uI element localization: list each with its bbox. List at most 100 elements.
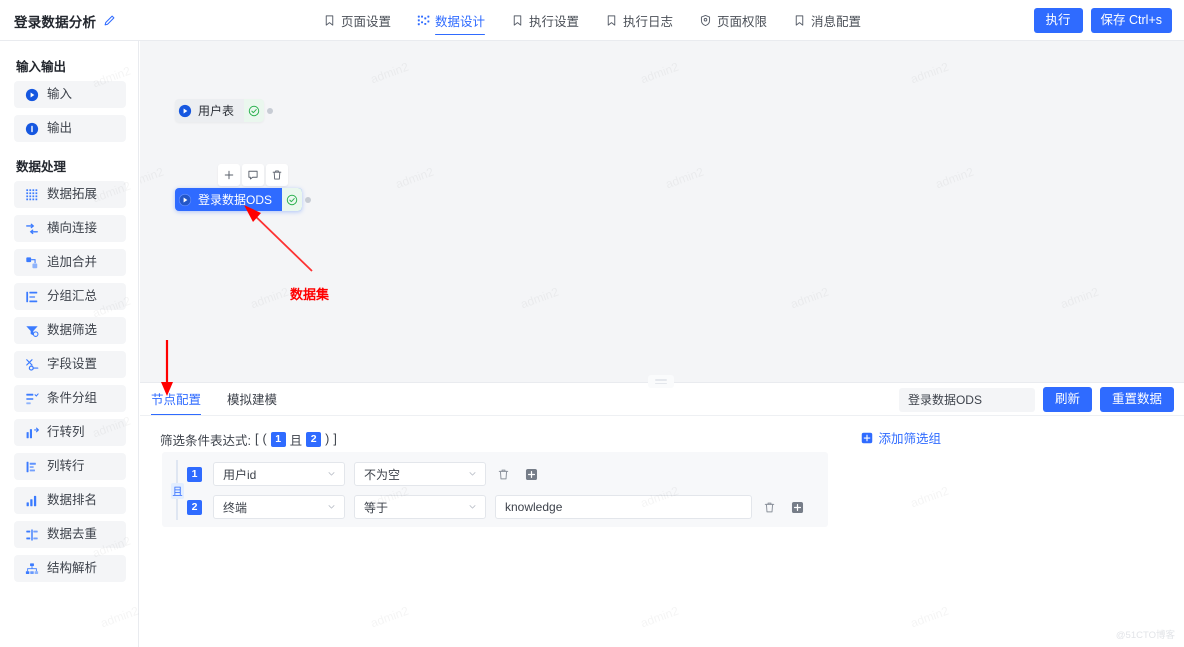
flow-node-label: 用户表 — [198, 104, 235, 118]
condition-value-input-2[interactable] — [495, 495, 752, 519]
condition-rail-top — [176, 460, 178, 483]
sidebar-item-condition-group[interactable]: 条件分组 — [14, 385, 126, 412]
flow-node-user-table[interactable]: 用户表 — [175, 99, 274, 122]
delete-condition-button-2[interactable] — [761, 497, 777, 517]
sidebar-item-row-to-column[interactable]: 行转列 — [14, 419, 126, 446]
play-circle-icon — [178, 104, 192, 117]
flow-node-login-data-ods[interactable]: 登录数据ODS — [175, 188, 312, 211]
node-output-port[interactable] — [305, 196, 312, 203]
panel-resize-handle[interactable] — [648, 375, 674, 388]
sidebar-item-append-merge[interactable]: 追加合并 — [14, 249, 126, 276]
tab-node-config[interactable]: 节点配置 — [151, 389, 202, 415]
sidebar-item-data-rank[interactable]: 数据排名 — [14, 487, 126, 514]
condition-connector-and[interactable]: 且 — [171, 483, 184, 499]
sidebar-item-data-filter[interactable]: 数据筛选 — [14, 317, 126, 344]
watermark: admin2 — [519, 285, 561, 312]
bracket-open-outer: [ — [254, 432, 259, 446]
sidebar-item-dedupe[interactable]: 数据去重 — [14, 521, 126, 548]
sidebar-item-label: 输入 — [47, 87, 73, 102]
add-condition-button-2[interactable] — [789, 497, 805, 517]
tab-data-design[interactable]: 数据设计 — [417, 0, 485, 41]
chevron-down-icon — [469, 472, 476, 476]
sidebar-item-label: 输出 — [47, 121, 73, 136]
expression-badge-1: 1 — [270, 431, 286, 447]
bracket-open-inner: ( — [262, 432, 267, 446]
column-to-row-icon — [26, 461, 36, 472]
dataset-name-input[interactable] — [898, 387, 1035, 412]
group-sum-icon — [26, 291, 38, 302]
watermark: admin2 — [369, 60, 411, 87]
play-circle-icon — [178, 193, 192, 206]
save-button[interactable]: 保存 Ctrl+s — [1090, 8, 1172, 33]
top-action-buttons: 执行 保存 Ctrl+s — [1033, 8, 1172, 33]
reset-data-button[interactable]: 重置数据 — [1099, 387, 1174, 412]
plus-square-icon — [862, 432, 873, 443]
flow-canvas[interactable]: admin2 admin2 admin2 admin2 admin2 admin… — [140, 41, 1184, 382]
chevron-down-icon — [328, 505, 335, 509]
watermark: admin2 — [789, 285, 831, 312]
refresh-button[interactable]: 刷新 — [1042, 387, 1092, 412]
sidebar-item-label: 数据去重 — [47, 527, 98, 542]
check-circle-icon — [282, 188, 303, 211]
delete-node-button[interactable] — [266, 164, 288, 186]
condition-operator-select-2[interactable]: 等于 — [354, 495, 486, 519]
sidebar-item-structure-parse[interactable]: 结构解析 — [14, 555, 126, 582]
condition-rail-bottom — [176, 499, 178, 520]
pencil-icon[interactable] — [103, 14, 116, 27]
sidebar-item-data-expand[interactable]: 数据拓展 — [14, 181, 126, 208]
top-bar: 登录数据分析 页面设置 数据设计 执行设置 执行日志 页面权限 消息配置 执行 … — [0, 0, 1184, 41]
add-node-button[interactable] — [218, 164, 240, 186]
field-settings-icon — [26, 358, 39, 371]
add-filter-group-button[interactable]: 添加筛选组 — [861, 428, 941, 447]
dedupe-icon — [26, 528, 38, 541]
condition-index-badge: 1 — [187, 466, 202, 482]
watermark: admin2 — [909, 60, 951, 87]
tab-run-settings[interactable]: 执行设置 — [511, 0, 579, 41]
filter-icon — [26, 325, 39, 337]
condition-index-badge: 2 — [187, 499, 202, 515]
play-circle-icon — [25, 88, 39, 101]
document-title-area: 登录数据分析 — [14, 0, 116, 41]
check-circle-icon — [244, 99, 265, 122]
node-output-port[interactable] — [267, 107, 274, 114]
sidebar-item-group-summary[interactable]: 分组汇总 — [14, 283, 126, 310]
delete-condition-button-1[interactable] — [495, 464, 511, 484]
top-tab-bar: 页面设置 数据设计 执行设置 执行日志 页面权限 消息配置 — [0, 0, 1184, 41]
watermark: admin2 — [639, 60, 681, 87]
filter-condition-row-2: 2 终端 等于 — [187, 494, 805, 520]
run-button[interactable]: 执行 — [1033, 8, 1083, 33]
sidebar-item-output[interactable]: 输出 — [14, 115, 126, 142]
comment-node-button[interactable] — [242, 164, 264, 186]
sidebar-item-horizontal-join[interactable]: 横向连接 — [14, 215, 126, 242]
tab-label: 执行日志 — [623, 15, 674, 29]
condition-operator-value: 不为空 — [364, 467, 401, 482]
bracket-close-outer: ] — [333, 432, 337, 446]
sidebar-item-label: 字段设置 — [47, 357, 98, 372]
tab-run-log[interactable]: 执行日志 — [605, 0, 673, 41]
add-filter-group-label: 添加筛选组 — [878, 432, 941, 446]
chevron-down-icon — [469, 505, 476, 509]
condition-group-icon — [26, 392, 39, 404]
sidebar-item-input[interactable]: 输入 — [14, 81, 126, 108]
rank-bars-icon — [26, 495, 37, 506]
condition-field-select-1[interactable]: 用户id — [213, 462, 345, 486]
filter-condition-group: 且 1 用户id 不为空 2 终端 等于 knowledge — [162, 452, 828, 527]
grid-dots-icon — [26, 188, 38, 200]
flow-node-label: 登录数据ODS — [198, 193, 273, 207]
sidebar-item-field-settings[interactable]: 字段设置 — [14, 351, 126, 378]
comment-icon — [248, 170, 258, 180]
condition-operator-value: 等于 — [364, 500, 389, 515]
bottom-panel-body: 筛选条件表达式: [ ( 1 且 2 ) ] 添加筛选组 — [140, 416, 1184, 450]
tab-message-config[interactable]: 消息配置 — [793, 0, 861, 41]
row-to-column-icon — [26, 427, 39, 438]
tab-page-permission[interactable]: 页面权限 — [699, 0, 767, 41]
tab-simulation-modeling[interactable]: 模拟建模 — [227, 389, 277, 415]
tab-page-settings[interactable]: 页面设置 — [323, 0, 391, 41]
bracket-close-inner: ) — [325, 432, 330, 446]
trash-icon — [498, 469, 508, 479]
sidebar-item-column-to-row[interactable]: 列转行 — [14, 453, 126, 480]
add-condition-button-1[interactable] — [523, 464, 539, 484]
condition-field-select-2[interactable]: 终端 — [213, 495, 345, 519]
annotation-label-dataset: 数据集 — [290, 287, 330, 302]
condition-operator-select-1[interactable]: 不为空 — [354, 462, 486, 486]
